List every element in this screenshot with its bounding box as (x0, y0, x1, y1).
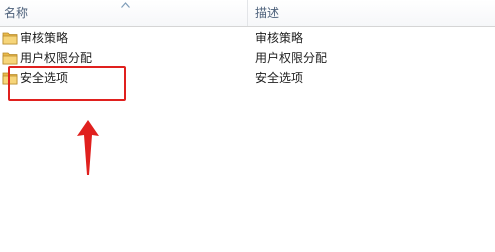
column-header-bar: 名称 描述 (0, 0, 495, 27)
annotation-highlight-box (8, 66, 126, 101)
row-description: 用户权限分配 (255, 51, 328, 65)
row-name: 审核策略 (20, 31, 69, 45)
row-description: 审核策略 (255, 31, 304, 45)
row-name: 用户权限分配 (20, 51, 93, 65)
folder-icon (2, 32, 18, 45)
annotation-arrow-icon (77, 120, 99, 175)
policy-list-view: 名称 描述 审核策略 审核策略 用户权限分配 用户权限分配 安全选项 安全选项 (0, 0, 495, 252)
name-column-header[interactable]: 名称 (0, 0, 248, 26)
list-item-user-rights[interactable]: 用户权限分配 用户权限分配 (0, 48, 495, 68)
row-description: 安全选项 (255, 71, 304, 85)
description-column-header[interactable]: 描述 (249, 0, 495, 26)
folder-icon (2, 52, 18, 65)
list-item-audit-policy[interactable]: 审核策略 审核策略 (0, 28, 495, 48)
name-column-label: 名称 (4, 6, 29, 20)
description-column-label: 描述 (255, 6, 280, 20)
sort-ascending-icon (121, 2, 130, 8)
